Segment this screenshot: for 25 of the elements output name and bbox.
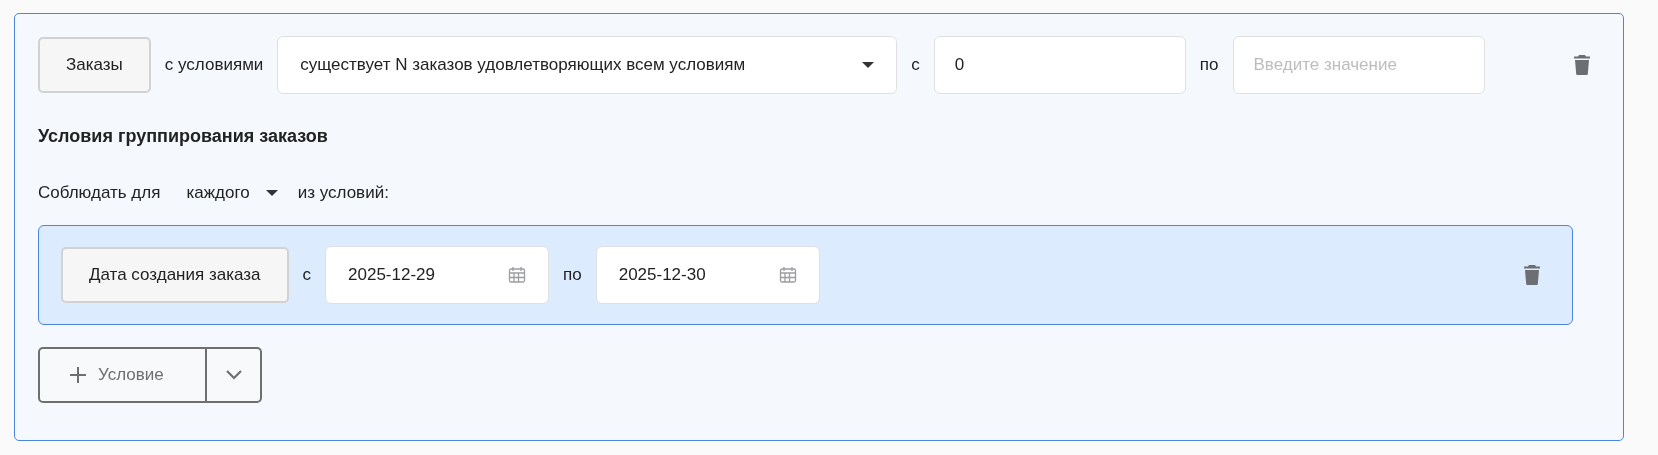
- match-select[interactable]: каждого: [186, 183, 278, 203]
- conditions-label: с условиями: [164, 55, 264, 75]
- from-label: с: [911, 55, 920, 75]
- trash-icon[interactable]: [1524, 265, 1540, 285]
- add-condition-button[interactable]: Условие: [40, 349, 207, 401]
- to-label: по: [1199, 55, 1219, 75]
- from-field[interactable]: 0: [933, 36, 1186, 94]
- to-label: по: [563, 265, 582, 285]
- match-suffix: из условий:: [297, 183, 389, 203]
- date-field[interactable]: 2025-12-30: [595, 246, 820, 304]
- section-heading: Условия группирования заказов: [38, 126, 329, 147]
- mode-select[interactable]: существует N заказов удовлетворяющих всем условиям: [277, 36, 898, 94]
- entity-button[interactable]: Заказы: [38, 37, 151, 93]
- calendar-icon[interactable]: [508, 266, 526, 284]
- match-label: Соблюдать для: [38, 183, 161, 203]
- calendar-icon[interactable]: [778, 266, 797, 284]
- chevron-down-icon: [225, 370, 242, 380]
- plus-icon: [70, 367, 86, 383]
- from-label: с: [302, 265, 311, 285]
- field-button[interactable]: Дата создания заказа: [61, 247, 289, 303]
- date-field[interactable]: 2025-12-29: [325, 246, 549, 304]
- caret-icon: [265, 189, 278, 197]
- to-field[interactable]: Введите значение: [1232, 36, 1485, 94]
- caret-icon: [862, 61, 875, 69]
- trash-icon[interactable]: [1574, 55, 1590, 75]
